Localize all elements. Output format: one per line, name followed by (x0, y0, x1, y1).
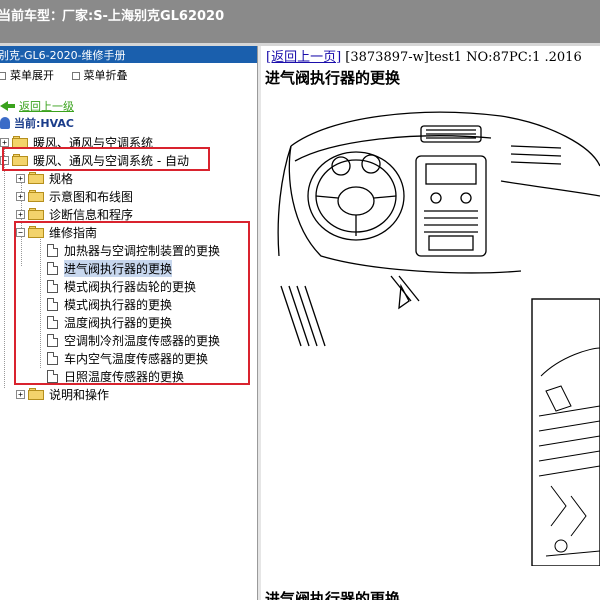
back-page-link[interactable]: [返回上一页] (266, 50, 341, 65)
folder-icon (28, 190, 44, 202)
expand-icon[interactable]: + (0, 137, 9, 147)
manual-tree-panel: 别克-GL6-2020-维修手册 菜单展开 菜单折叠 返回上一级 当前:HVAC… (0, 46, 258, 600)
highlight-box (2, 147, 210, 171)
title-bar: 当前车型： 厂家:S-上海别克GL62020 (0, 0, 600, 43)
expand-icon[interactable]: + (16, 191, 25, 201)
back-link-label: 返回上一级 (19, 100, 74, 113)
highlight-box (14, 221, 250, 385)
current-label: 当前:HVAC (14, 117, 74, 130)
folder-icon (28, 388, 44, 400)
tree-node-schematics[interactable]: + 示意图和布线图 (16, 187, 133, 205)
tree-node-label: 示意图和布线图 (49, 189, 134, 204)
current-model-label: 当前车型： (0, 9, 64, 24)
tree-node-description[interactable]: + 说明和操作 (16, 385, 109, 403)
tree-guide (4, 138, 5, 388)
manual-title: 别克-GL6-2020-维修手册 (0, 49, 126, 62)
manual-header: 别克-GL6-2020-维修手册 (0, 46, 257, 63)
back-arrow-icon (0, 101, 8, 111)
folder-icon (28, 172, 44, 184)
expand-icon[interactable]: + (16, 389, 25, 399)
collapse-icon (71, 72, 80, 80)
dashboard-diagram (277, 111, 600, 566)
doc-info: [3873897-w]test1 NO:87PC:1 .2016 (345, 50, 582, 65)
current-section: 当前:HVAC (0, 114, 74, 132)
folder-icon (28, 208, 44, 220)
tree-toolbar: 菜单展开 菜单折叠 (0, 63, 257, 83)
bottom-title: 进气阀执行器的更换 (265, 590, 401, 600)
tree-node-label: 说明和操作 (49, 387, 110, 402)
content-panel: [返回上一页] [3873897-w]test1 NO:87PC:1 .2016… (261, 46, 600, 600)
vendor-label: 厂家:S-上海别克GL62020 (62, 9, 225, 24)
expand-menu-button[interactable]: 菜单展开 (0, 69, 68, 82)
expand-icon[interactable]: + (16, 209, 25, 219)
tree-node-specs[interactable]: + 规格 (16, 169, 73, 187)
tree-node-label: 规格 (49, 171, 74, 186)
collapse-menu-button[interactable]: 菜单折叠 (71, 69, 138, 82)
expand-icon[interactable]: + (16, 173, 25, 183)
back-link[interactable]: 返回上一级 (0, 97, 74, 115)
expand-icon (0, 72, 6, 80)
content-nav: [返回上一页] [3873897-w]test1 NO:87PC:1 .2016 (261, 46, 600, 65)
tree-node-label: 诊断信息和程序 (49, 207, 134, 222)
person-icon (0, 117, 10, 129)
page-title: 进气阀执行器的更换 (265, 69, 401, 87)
detail-inset (531, 298, 600, 566)
back-arrow-tail (8, 104, 15, 108)
